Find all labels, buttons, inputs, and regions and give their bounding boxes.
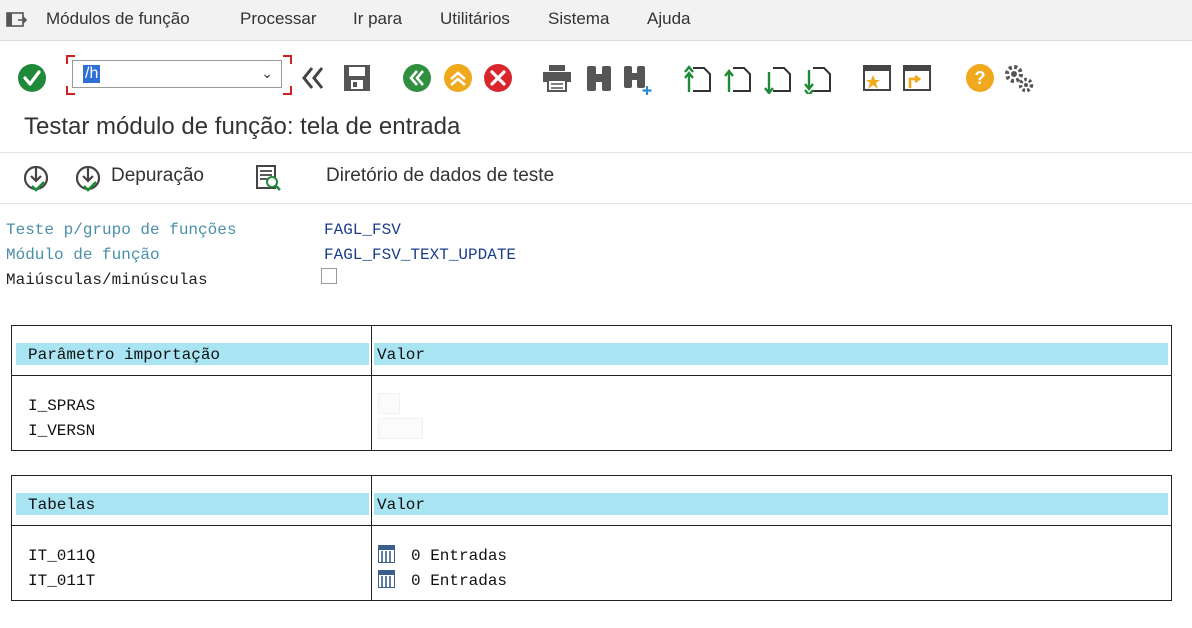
- svg-text:?: ?: [975, 68, 986, 88]
- command-field-wrapper: /h ⌄: [66, 55, 292, 95]
- table-name-it-011q: IT_011Q: [28, 547, 96, 565]
- find-next-icon[interactable]: [622, 62, 654, 96]
- param-name-i-spras: I_SPRAS: [28, 397, 96, 415]
- page-title: Testar módulo de função: tela de entrada: [24, 113, 461, 140]
- table-entries-it-011t[interactable]: 0 Entradas: [411, 572, 507, 590]
- table-entries-it-011q[interactable]: 0 Entradas: [411, 547, 507, 565]
- command-field[interactable]: /h ⌄: [72, 60, 282, 88]
- tables-value-header: Valor: [377, 496, 426, 514]
- title-divider: [0, 152, 1192, 153]
- execute-icon[interactable]: [22, 164, 52, 194]
- previous-page-icon[interactable]: [724, 62, 754, 94]
- create-shortcut-icon[interactable]: [862, 62, 894, 94]
- menu-icon[interactable]: [6, 11, 28, 29]
- tables-name-header: Tabelas: [28, 496, 96, 514]
- back-icon[interactable]: [402, 63, 432, 93]
- function-module-value: FAGL_FSV_TEXT_UPDATE: [324, 246, 517, 264]
- debug-icon[interactable]: [74, 164, 104, 194]
- command-field-value: /h: [83, 65, 101, 83]
- menu-sistema[interactable]: Sistema: [548, 9, 609, 29]
- import-parameters-table: Parâmetro importação Valor I_SPRAS I_VER…: [11, 325, 1172, 451]
- menu-ir-para[interactable]: Ir para: [353, 9, 402, 29]
- import-value-header: Valor: [377, 346, 426, 364]
- next-page-icon[interactable]: [764, 62, 794, 94]
- debug-button[interactable]: Depuração: [111, 165, 204, 187]
- menu-bar: Módulos de função Processar Ir para Util…: [0, 0, 1192, 41]
- menu-ajuda[interactable]: Ajuda: [647, 9, 690, 29]
- tables-table: Tabelas Valor IT_011Q 0 Entradas IT_011T…: [11, 475, 1172, 601]
- save-icon[interactable]: [342, 63, 372, 93]
- function-group-value: FAGL_FSV: [324, 221, 401, 239]
- table-entries-icon[interactable]: [378, 570, 395, 588]
- test-data-icon[interactable]: [254, 163, 284, 193]
- help-icon[interactable]: ?: [965, 63, 995, 93]
- table-entries-icon[interactable]: [378, 545, 395, 563]
- enter-icon[interactable]: [17, 63, 47, 93]
- chevron-down-icon[interactable]: ⌄: [261, 65, 273, 82]
- param-value-i-versn[interactable]: [378, 418, 423, 439]
- first-page-icon[interactable]: [684, 62, 714, 94]
- import-param-header: Parâmetro importação: [28, 346, 221, 364]
- exit-icon[interactable]: [443, 63, 473, 93]
- find-icon[interactable]: [584, 62, 614, 94]
- case-sensitive-checkbox[interactable]: [321, 268, 337, 284]
- test-data-directory-button[interactable]: Diretório de dados de teste: [326, 165, 554, 187]
- cancel-icon[interactable]: [483, 63, 513, 93]
- last-page-icon[interactable]: [804, 62, 834, 94]
- function-module-label: Módulo de função: [6, 246, 160, 264]
- table-name-it-011t: IT_011T: [28, 572, 96, 590]
- menu-modulos[interactable]: Módulos de função: [46, 9, 190, 29]
- case-sensitive-label: Maiúsculas/minúsculas: [6, 271, 208, 289]
- function-group-label: Teste p/grupo de funções: [6, 221, 237, 239]
- param-value-i-spras[interactable]: [378, 393, 400, 414]
- toolbar-divider: [0, 203, 1192, 204]
- session-icon[interactable]: [902, 62, 934, 94]
- menu-utilitarios[interactable]: Utilitários: [440, 9, 510, 29]
- menu-processar[interactable]: Processar: [240, 9, 317, 29]
- param-name-i-versn: I_VERSN: [28, 422, 96, 440]
- print-icon[interactable]: [541, 62, 573, 94]
- back-double-icon[interactable]: [300, 64, 326, 92]
- customize-layout-icon[interactable]: [1002, 61, 1036, 95]
